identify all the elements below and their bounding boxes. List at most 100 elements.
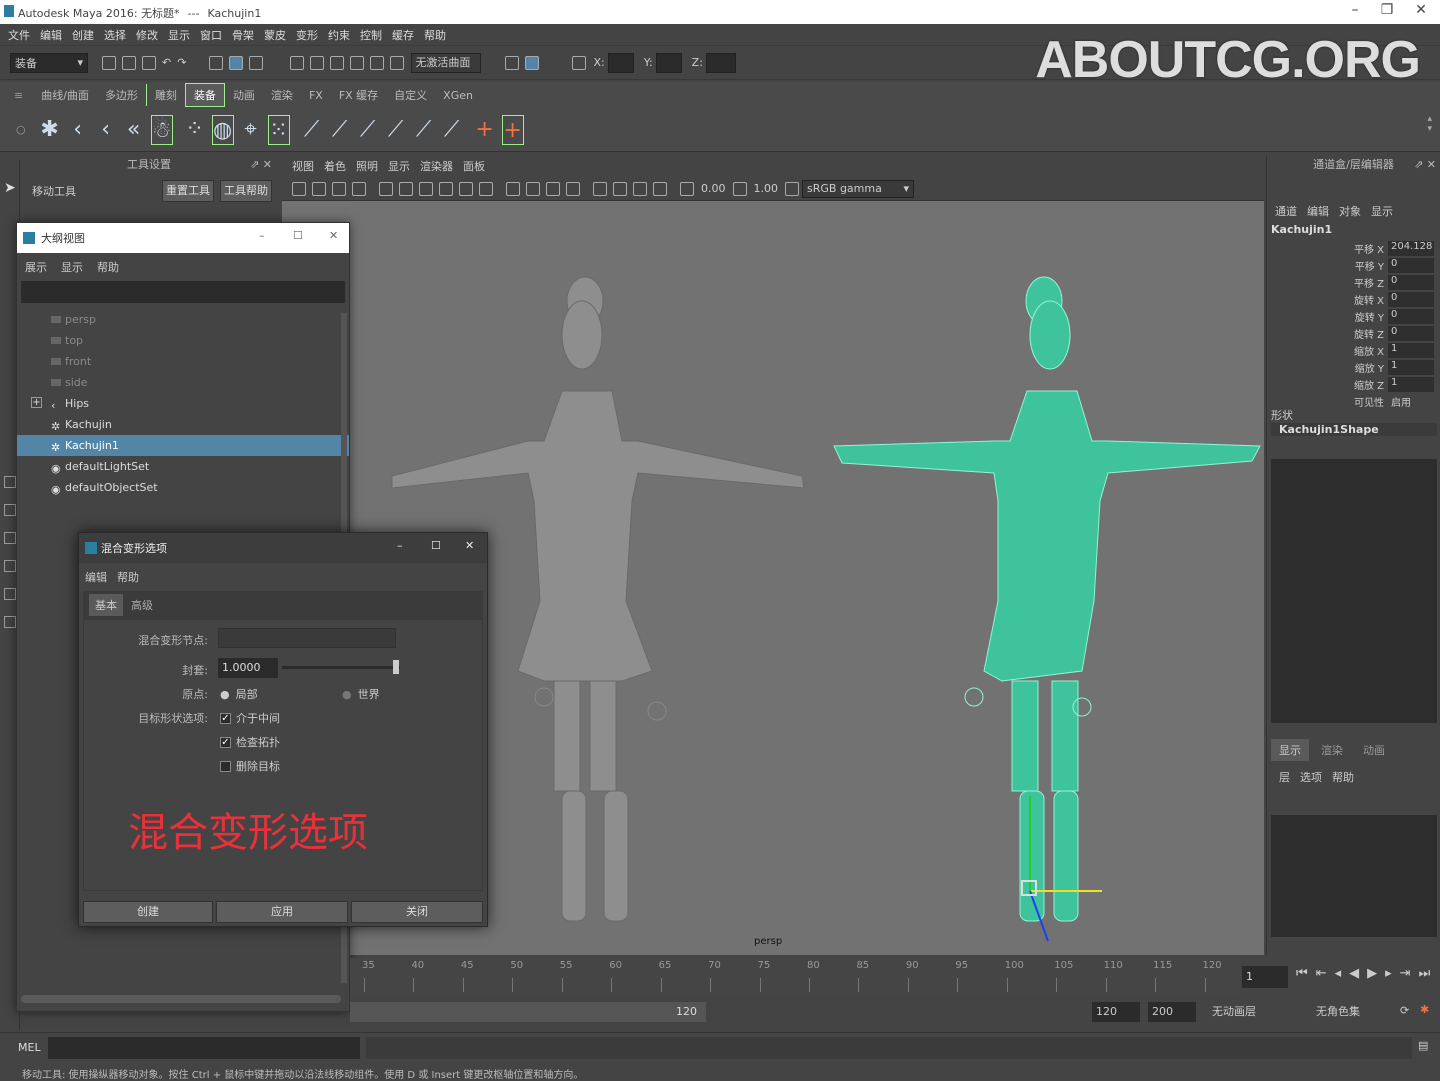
outliner-item-selected[interactable]: ✲ Kachujin1 [17, 435, 349, 456]
menu-skin[interactable]: 蒙皮 [264, 27, 286, 43]
cb-attr-row[interactable]: 平移 Y0 [1334, 258, 1434, 273]
shelf-options-icon[interactable]: ○ [16, 123, 26, 136]
snap-grid-icon[interactable] [290, 55, 305, 70]
exposure-icon[interactable] [680, 181, 694, 196]
shelf-tab-rigging[interactable]: 装备 [184, 83, 225, 107]
vp-menu-view[interactable]: 视图 [292, 158, 314, 174]
textured-icon[interactable] [419, 181, 433, 196]
shelf-scroll-icon[interactable]: ▴ ▾ [1427, 114, 1432, 134]
lattice-icon[interactable]: ⟋ [357, 115, 379, 145]
cb-attr-row[interactable]: 缩放 Y1 [1334, 360, 1434, 375]
ik-spline-icon[interactable]: ◍ [211, 114, 234, 145]
close-icon[interactable]: ✕ [465, 539, 474, 552]
color-space-dropdown[interactable]: sRGB gamma ▾ [802, 179, 914, 198]
blend-menu-edit[interactable]: 编辑 [85, 569, 107, 585]
step-forward-icon[interactable]: ▸ [1385, 966, 1392, 981]
exposure-value[interactable]: 0.00 [701, 182, 726, 195]
safe-action-icon[interactable] [653, 181, 667, 196]
layout-icon-6[interactable] [4, 616, 16, 628]
blend-tab-advanced[interactable]: 高级 [123, 594, 161, 616]
outliner-menu-display[interactable]: 展示 [25, 259, 47, 275]
shelf-tab-curves[interactable]: 曲线/曲面 [33, 84, 97, 106]
xray-joints-icon[interactable] [546, 181, 560, 196]
outliner-menu-show[interactable]: 显示 [61, 259, 83, 275]
close-icon[interactable]: ✕ [1406, 2, 1436, 18]
insert-joint-icon[interactable]: ‹ [67, 115, 89, 145]
select-object-icon[interactable] [229, 55, 244, 70]
outliner-item[interactable]: side [17, 372, 349, 393]
interactive-bind-icon[interactable]: ⁙ [267, 114, 290, 145]
wireframe-icon[interactable] [379, 181, 393, 196]
outliner-item[interactable]: persp [17, 309, 349, 330]
outliner-item[interactable]: ◉ defaultObjectSet [17, 477, 349, 498]
outliner-search-input[interactable] [21, 281, 345, 303]
channel-box-close-icon[interactable]: ⇗ ✕ [1414, 158, 1436, 171]
shelf-tab-fx[interactable]: FX [301, 86, 331, 105]
origin-world-radio[interactable]: ● 世界 [342, 686, 380, 702]
envelope-slider[interactable] [282, 666, 400, 669]
wrap-icon[interactable]: ⟋ [413, 115, 435, 145]
cb-shape-name[interactable]: Kachujin1Shape [1271, 423, 1437, 436]
redo-icon[interactable]: ↷ [177, 56, 186, 69]
mel-label[interactable]: MEL [18, 1041, 41, 1054]
shelf-tab-sculpting[interactable]: 雕刻 [145, 84, 185, 106]
snap-surface-icon[interactable] [370, 55, 385, 70]
prefs-icon[interactable]: ✱ [1420, 1003, 1429, 1016]
image-plane-icon[interactable] [332, 181, 346, 196]
close-button[interactable]: 关闭 [351, 901, 483, 923]
snap-curve-icon[interactable] [310, 55, 325, 70]
origin-local-radio[interactable]: ● 局部 [220, 686, 258, 702]
xray-icon[interactable] [526, 181, 540, 196]
cb-attr-row[interactable]: 缩放 X1 [1334, 343, 1434, 358]
open-scene-icon[interactable] [122, 55, 136, 70]
gamma-icon[interactable] [732, 181, 747, 196]
step-back-key-icon[interactable]: ⇤ [1316, 966, 1327, 981]
delete-targets-checkbox[interactable]: 删除目标 [220, 758, 280, 774]
auto-key-icon[interactable]: ⟳ [1400, 1004, 1409, 1017]
panel-close-icon[interactable]: ⇗ ✕ [250, 158, 272, 171]
cb-menu-edit[interactable]: 编辑 [1307, 203, 1329, 219]
y-field[interactable] [655, 52, 682, 73]
cb-attr-row[interactable]: 平移 Z0 [1334, 275, 1434, 290]
transform-mode-icon[interactable] [572, 55, 587, 70]
bookmark-icon[interactable] [312, 181, 326, 196]
blendshape-icon[interactable]: ⟋ [385, 115, 407, 145]
live-surface-field[interactable]: 无激活曲面 [411, 52, 482, 73]
reset-tool-button[interactable]: 重置工具 [162, 180, 214, 202]
apply-button[interactable]: 应用 [216, 901, 348, 923]
shelf-tab-xgen[interactable]: XGen [435, 86, 481, 105]
menu-select[interactable]: 选择 [104, 27, 126, 43]
char-set-dropdown[interactable]: 无角色集 [1316, 1002, 1392, 1022]
mirror-joint-icon[interactable]: ‹ [95, 115, 117, 145]
cb-menu-object[interactable]: 对象 [1339, 203, 1361, 219]
resolution-gate-icon[interactable] [633, 181, 647, 196]
outliner-item[interactable]: top [17, 330, 349, 351]
inbetween-checkbox[interactable]: ✓ 介于中间 [220, 710, 280, 726]
save-scene-icon[interactable] [142, 55, 156, 70]
locator-icon[interactable]: + [474, 115, 496, 145]
select-tool-icon[interactable]: ➤ [4, 180, 16, 196]
current-frame-input[interactable]: 1 [1242, 966, 1288, 988]
layer-menu-help[interactable]: 帮助 [1332, 769, 1354, 785]
color-mgmt-icon[interactable] [785, 181, 799, 196]
layer-list[interactable] [1271, 815, 1437, 937]
outliner-item[interactable]: + ‹ Hips [17, 393, 349, 414]
snap-point-icon[interactable] [330, 55, 345, 70]
bind-skin-icon[interactable]: ⌖ [240, 115, 262, 145]
menu-skeleton[interactable]: 骨架 [232, 27, 254, 43]
envelope-input[interactable]: 1.0000 [218, 658, 278, 678]
layout-icon-4[interactable] [4, 560, 16, 572]
make-live-icon[interactable] [390, 55, 405, 70]
check-topology-checkbox[interactable]: ✓ 检查拓扑 [220, 734, 280, 750]
new-scene-icon[interactable] [102, 55, 116, 70]
render-view-icon[interactable] [525, 55, 540, 70]
shelf-tab-custom[interactable]: 自定义 [386, 84, 435, 106]
menu-display[interactable]: 显示 [168, 27, 190, 43]
vp-menu-panels[interactable]: 面板 [463, 158, 485, 174]
cb-menu-show[interactable]: 显示 [1371, 203, 1393, 219]
select-component-icon[interactable] [249, 55, 264, 70]
blend-node-input[interactable] [218, 628, 396, 648]
camera-attr-icon[interactable] [292, 181, 306, 196]
cb-attr-row[interactable]: 可见性 启用 [1334, 394, 1434, 409]
anim-total-input[interactable]: 200 [1148, 1002, 1196, 1022]
